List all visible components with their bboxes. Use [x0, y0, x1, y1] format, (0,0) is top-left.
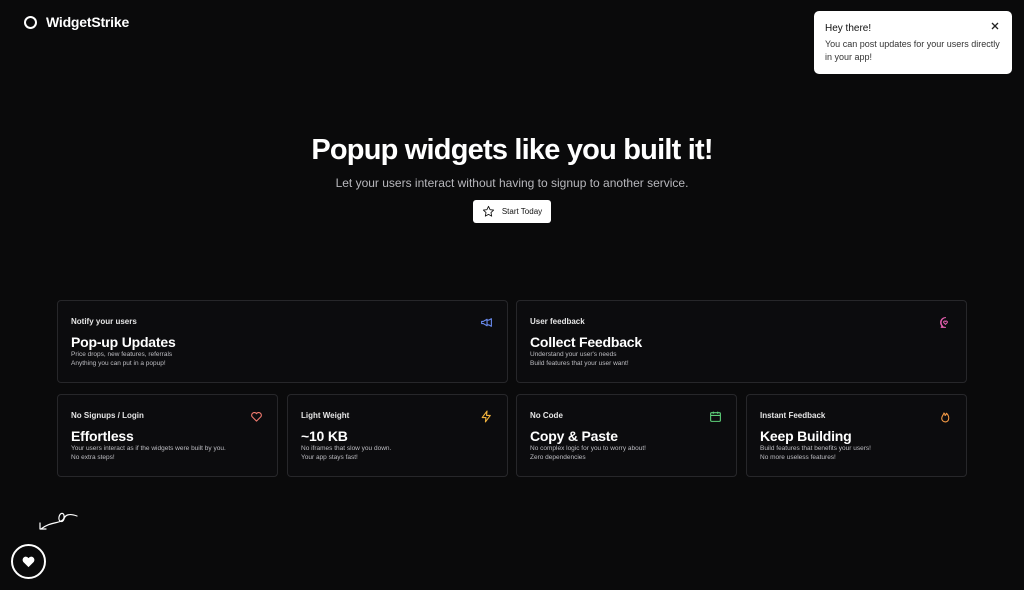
feature-card-copy-paste: No Code Copy & Paste No complex logic fo… — [516, 394, 737, 477]
toast-body: You can post updates for your users dire… — [825, 39, 1000, 62]
card-title: Copy & Paste — [530, 428, 618, 444]
card-title: ~10 KB — [301, 428, 348, 444]
card-line: Build features that benefits your users! — [760, 445, 871, 452]
heart-icon — [251, 411, 262, 422]
curly-arrow-icon — [39, 512, 78, 530]
card-line: Your users interact as if the widgets we… — [71, 445, 226, 452]
toast-title: Hey there! — [825, 23, 872, 34]
hero-subtitle: Let your users interact without having t… — [335, 176, 689, 190]
circle-outline-icon — [24, 15, 37, 29]
feature-card-keep-building: Instant Feedback Keep Building Build fea… — [746, 394, 967, 477]
megaphone-icon — [481, 318, 492, 327]
card-eyebrow: No Code — [530, 411, 563, 420]
feature-card-effortless: No Signups / Login Effortless Your users… — [57, 394, 278, 477]
start-today-button[interactable]: Start Today — [472, 200, 552, 223]
card-eyebrow: Notify your users — [71, 317, 137, 326]
bolt-icon — [481, 410, 491, 423]
brand-logo[interactable]: WidgetStrike — [24, 14, 129, 30]
card-line: Build features that your user want! — [530, 360, 629, 367]
card-line: No extra steps! — [71, 454, 115, 461]
close-icon[interactable] — [990, 21, 1000, 31]
card-line: Your app stays fast! — [301, 454, 358, 461]
card-eyebrow: Light Weight — [301, 411, 350, 420]
feedback-fab-button[interactable] — [11, 544, 46, 579]
feature-card-collect-feedback: User feedback Collect Feedback Understan… — [516, 300, 967, 383]
card-title: Effortless — [71, 428, 134, 444]
card-title: Keep Building — [760, 428, 852, 444]
calendar-icon — [710, 411, 721, 422]
flame-icon — [941, 412, 950, 423]
card-line: No iframes that slow you down. — [301, 445, 392, 452]
brand-name: WidgetStrike — [46, 14, 130, 30]
card-eyebrow: No Signups / Login — [71, 411, 144, 420]
card-line: No complex logic for you to worry about! — [530, 445, 646, 452]
card-title: Pop-up Updates — [71, 334, 176, 350]
start-today-label: Start Today — [501, 207, 543, 216]
card-eyebrow: User feedback — [530, 317, 585, 326]
feature-card-lightweight: Light Weight ~10 KB No iframes that slow… — [287, 394, 508, 477]
hero-section: Popup widgets like you built it! Let you… — [0, 132, 1024, 223]
card-eyebrow: Instant Feedback — [760, 411, 826, 420]
card-line: Zero dependencies — [530, 454, 586, 461]
card-line: No more useless features! — [760, 454, 836, 461]
feature-card-popup-updates: Notify your users Pop-up Updates Price d… — [57, 300, 508, 383]
card-line: Understand your user's needs — [530, 351, 617, 358]
card-title: Collect Feedback — [530, 334, 642, 350]
chat-heart-icon — [940, 317, 948, 328]
star-icon — [482, 205, 494, 217]
card-line: Anything you can put in a popup! — [71, 360, 166, 367]
hero-title: Popup widgets like you built it! — [311, 134, 713, 166]
card-line: Price drops, new features, referrals — [71, 351, 173, 358]
announcement-toast: Hey there! You can post updates for your… — [814, 11, 1012, 74]
heart-filled-icon — [22, 556, 35, 568]
